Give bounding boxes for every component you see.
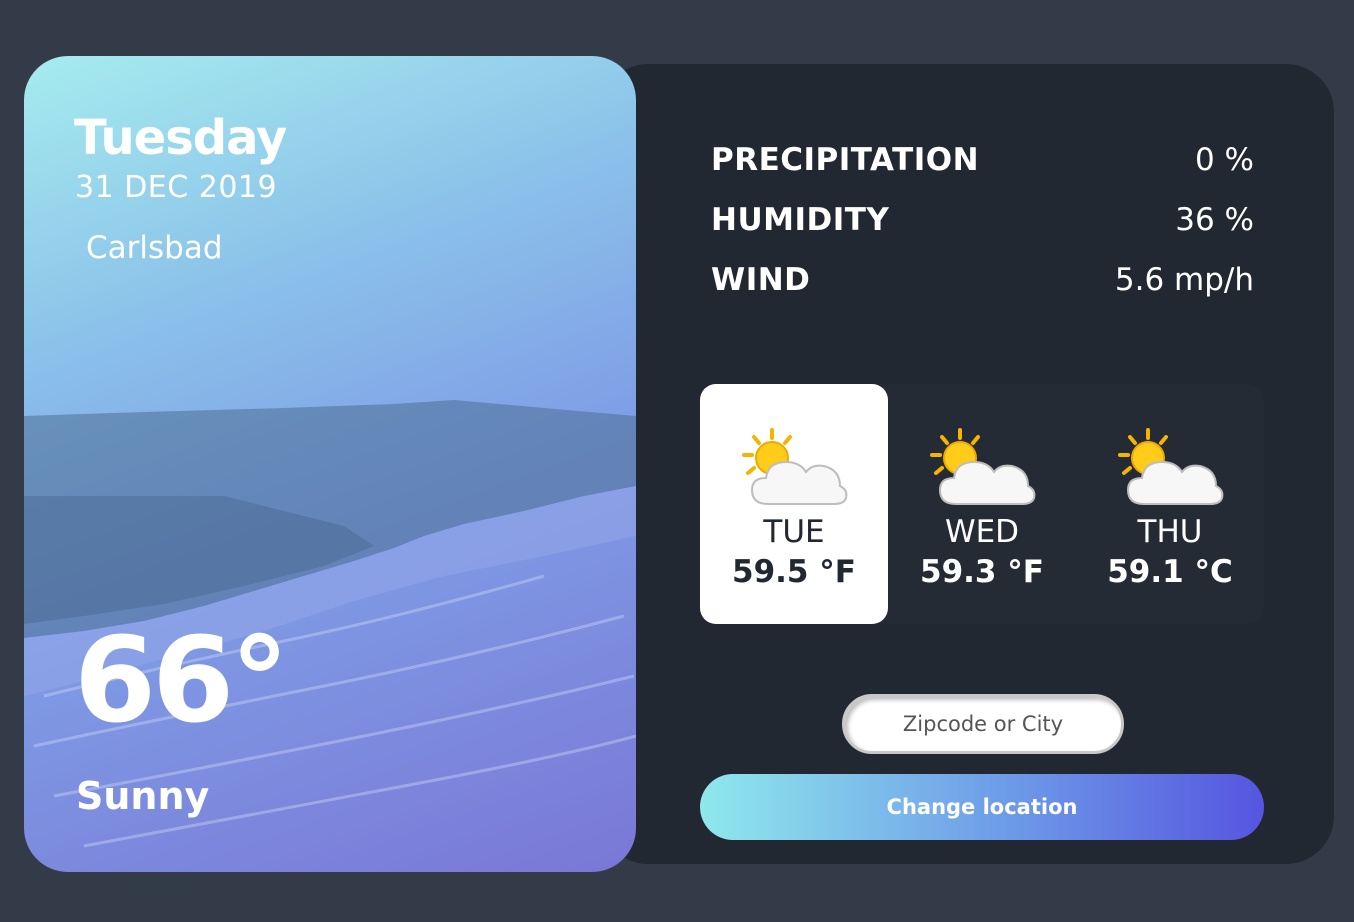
current-date: 31 DEC 2019 xyxy=(75,170,278,205)
humidity-row: HUMIDITY 36 % xyxy=(711,202,1256,242)
stat-label: HUMIDITY xyxy=(711,202,890,238)
partly-cloudy-icon xyxy=(1118,428,1224,505)
forecast-strip: TUE 59.5 °F WED 59.3 °F THU 59.1 °C xyxy=(700,384,1264,624)
partly-cloudy-icon xyxy=(930,428,1036,505)
forecast-day-name: THU xyxy=(1137,514,1203,550)
location-name: Carlsbad xyxy=(86,230,223,266)
forecast-temperature: 59.1 °C xyxy=(1107,554,1233,590)
forecast-day-name: TUE xyxy=(763,514,825,550)
day-name: Tuesday xyxy=(74,110,287,166)
forecast-day-name: WED xyxy=(944,514,1020,550)
stat-value: 5.6 mp/h xyxy=(1114,262,1254,298)
forecast-temperature: 59.5 °F xyxy=(732,554,856,590)
forecast-day-wed[interactable]: WED 59.3 °F xyxy=(888,384,1076,624)
forecast-temperature: 59.3 °F xyxy=(920,554,1044,590)
location-search-input[interactable] xyxy=(842,694,1124,754)
weather-condition: Sunny xyxy=(76,774,210,818)
change-location-button[interactable]: Change location xyxy=(700,774,1264,840)
stat-label: PRECIPITATION xyxy=(711,142,980,178)
precipitation-row: PRECIPITATION 0 % xyxy=(711,142,1256,182)
wind-row: WIND 5.6 mp/h xyxy=(711,262,1256,302)
partly-cloudy-icon xyxy=(742,428,848,505)
stat-label: WIND xyxy=(711,262,811,298)
current-temperature: 66° xyxy=(74,611,289,749)
current-weather-card: Tuesday 31 DEC 2019 Carlsbad 66° Sunny xyxy=(24,56,636,872)
stat-value: 0 % xyxy=(1194,142,1254,178)
forecast-day-tue[interactable]: TUE 59.5 °F xyxy=(700,384,888,624)
forecast-day-thu[interactable]: THU 59.1 °C xyxy=(1076,384,1264,624)
stat-value: 36 % xyxy=(1175,202,1254,238)
